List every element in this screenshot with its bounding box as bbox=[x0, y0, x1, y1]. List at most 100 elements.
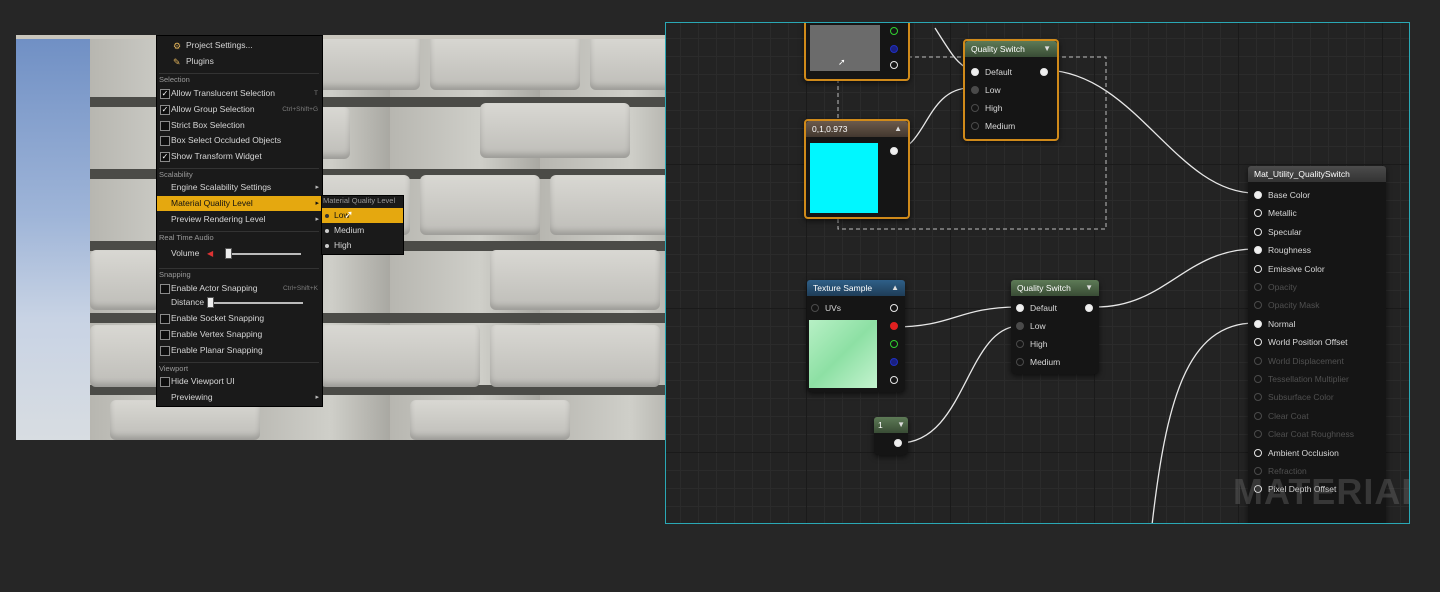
collapse-caret-icon[interactable]: ▲ bbox=[894, 121, 902, 137]
distance-slider-handle[interactable] bbox=[207, 297, 214, 308]
checkbox-checked-icon[interactable]: ✓ bbox=[160, 89, 170, 99]
output-pin[interactable] bbox=[894, 439, 902, 447]
quality-switch-node-top[interactable]: Quality Switch ▼ Default Low High Medium bbox=[963, 39, 1059, 141]
checkbox-icon[interactable] bbox=[160, 284, 170, 294]
material-graph-canvas[interactable]: 0,1,0.973 ▲ Quality Switch ▼ Default Low… bbox=[665, 22, 1410, 524]
output-pin-b[interactable] bbox=[890, 45, 898, 53]
distance-slider[interactable] bbox=[209, 302, 303, 304]
menu-item-plugins[interactable]: ✎ Plugins bbox=[157, 54, 322, 69]
pin-label: Base Color bbox=[1268, 190, 1311, 200]
menu-item-label: Engine Scalability Settings bbox=[171, 182, 272, 192]
input-pin-medium[interactable] bbox=[971, 122, 979, 130]
texture-sample-node[interactable]: Texture Sample ▲ UVs bbox=[807, 280, 905, 392]
menu-item-label: Plugins bbox=[186, 56, 214, 66]
input-pin[interactable] bbox=[1254, 411, 1262, 420]
checkbox-icon[interactable] bbox=[160, 136, 170, 146]
plug-icon: ✎ bbox=[173, 57, 181, 67]
input-pin[interactable] bbox=[1254, 448, 1262, 457]
collapse-caret-icon[interactable]: ▼ bbox=[1043, 41, 1051, 57]
volume-slider[interactable] bbox=[225, 253, 301, 255]
shortcut-label: Ctrl+Shift+G bbox=[282, 106, 318, 113]
collapse-caret-icon[interactable]: ▼ bbox=[1085, 280, 1093, 296]
texture-node-partial[interactable] bbox=[804, 23, 910, 81]
constant-vector-node[interactable]: 0,1,0.973 ▲ bbox=[804, 119, 910, 219]
output-pin-r[interactable] bbox=[890, 322, 898, 330]
pin-label: Specular bbox=[1268, 226, 1302, 237]
menu-item-box-select-occluded[interactable]: Box Select Occluded Objects bbox=[157, 133, 322, 148]
menu-item-allow-translucent-selection[interactable]: ✓ Allow Translucent Selection T bbox=[157, 86, 322, 101]
collapse-caret-icon[interactable]: ▲ bbox=[891, 280, 899, 296]
input-pin-default[interactable] bbox=[971, 68, 979, 76]
menu-item-show-transform-widget[interactable]: ✓ Show Transform Widget bbox=[157, 149, 322, 164]
input-pin-low[interactable] bbox=[1016, 322, 1024, 330]
checkbox-checked-icon[interactable]: ✓ bbox=[160, 105, 170, 115]
pin-label: Emissive Color bbox=[1268, 263, 1325, 274]
input-pin[interactable] bbox=[1254, 319, 1262, 328]
menu-item-enable-planar-snapping[interactable]: Enable Planar Snapping bbox=[157, 343, 322, 358]
radio-icon bbox=[325, 244, 329, 248]
quality-option-medium[interactable]: Medium bbox=[322, 223, 403, 238]
input-pin[interactable] bbox=[1254, 356, 1262, 365]
speaker-icon[interactable]: ◀ bbox=[207, 246, 213, 261]
menu-item-enable-actor-snapping[interactable]: Enable Actor Snapping Ctrl+Shift+K bbox=[157, 281, 322, 296]
checkbox-icon[interactable] bbox=[160, 121, 170, 131]
menu-item-enable-socket-snapping[interactable]: Enable Socket Snapping bbox=[157, 311, 322, 326]
quality-switch-node-bottom[interactable]: Quality Switch ▼ Default Low High Medium bbox=[1011, 280, 1099, 374]
input-pin-high[interactable] bbox=[971, 104, 979, 112]
input-pin[interactable] bbox=[1254, 301, 1262, 310]
scalar-constant-node[interactable]: 1 ▼ bbox=[874, 417, 908, 455]
output-pin-b[interactable] bbox=[890, 358, 898, 366]
node-title: Quality Switch bbox=[971, 44, 1025, 54]
collapse-caret-icon[interactable]: ▼ bbox=[897, 417, 905, 433]
input-pin-high[interactable] bbox=[1016, 340, 1024, 348]
output-pin-a[interactable] bbox=[890, 61, 898, 69]
menu-item-material-quality-level[interactable]: Material Quality Level ▸ bbox=[157, 196, 322, 211]
menu-item-strict-box-selection[interactable]: Strict Box Selection bbox=[157, 118, 322, 133]
checkbox-checked-icon[interactable]: ✓ bbox=[160, 152, 170, 162]
input-pin-uvs[interactable] bbox=[811, 304, 819, 312]
input-pin[interactable] bbox=[1254, 246, 1262, 255]
menu-item-label: Preview Rendering Level bbox=[171, 214, 266, 224]
pin-label: Low bbox=[1030, 321, 1046, 331]
output-pin-g[interactable] bbox=[890, 27, 898, 35]
menu-item-allow-group-selection[interactable]: ✓ Allow Group Selection Ctrl+Shift+G bbox=[157, 102, 322, 117]
input-pin-medium[interactable] bbox=[1016, 358, 1024, 366]
input-pin[interactable] bbox=[1254, 430, 1262, 439]
input-pin[interactable] bbox=[1254, 209, 1262, 218]
input-pin[interactable] bbox=[1254, 283, 1262, 291]
input-pin[interactable] bbox=[1254, 375, 1262, 383]
quality-option-high[interactable]: High bbox=[322, 238, 403, 253]
menu-item-previewing[interactable]: Previewing ▸ bbox=[157, 390, 322, 405]
output-pin-rgb[interactable] bbox=[890, 304, 898, 312]
menu-item-enable-vertex-snapping[interactable]: Enable Vertex Snapping bbox=[157, 327, 322, 342]
output-pin-a[interactable] bbox=[890, 376, 898, 384]
node-header: Mat_Utility_QualitySwitch bbox=[1248, 166, 1386, 182]
volume-slider-handle[interactable] bbox=[225, 248, 232, 259]
quality-option-low[interactable]: Low bbox=[322, 208, 403, 223]
output-pin[interactable] bbox=[1040, 68, 1048, 76]
pin-label: High bbox=[985, 103, 1003, 113]
input-pin[interactable] bbox=[1254, 338, 1262, 347]
menu-item-project-settings[interactable]: ⚙ Project Settings... bbox=[157, 38, 322, 53]
input-pin[interactable] bbox=[1254, 393, 1262, 402]
input-pin[interactable] bbox=[1254, 264, 1262, 273]
output-pin-g[interactable] bbox=[890, 340, 898, 348]
output-pin[interactable] bbox=[1085, 304, 1093, 312]
checkbox-icon[interactable] bbox=[160, 330, 170, 340]
checkbox-icon[interactable] bbox=[160, 346, 170, 356]
pin-label: Normal bbox=[1268, 318, 1296, 329]
input-pin[interactable] bbox=[1254, 227, 1262, 236]
volume-label: Volume bbox=[171, 248, 200, 258]
input-pin-low[interactable] bbox=[971, 86, 979, 94]
menu-item-label: Allow Group Selection bbox=[171, 104, 255, 114]
menu-item-hide-viewport-ui[interactable]: Hide Viewport UI bbox=[157, 374, 322, 389]
input-pin-default[interactable] bbox=[1016, 304, 1024, 312]
checkbox-icon[interactable] bbox=[160, 314, 170, 324]
menu-item-preview-rendering-level[interactable]: Preview Rendering Level ▸ bbox=[157, 212, 322, 227]
chevron-right-icon: ▸ bbox=[315, 216, 319, 223]
output-pin[interactable] bbox=[890, 147, 898, 155]
input-pin[interactable] bbox=[1254, 191, 1262, 199]
checkbox-icon[interactable] bbox=[160, 377, 170, 387]
section-header-snapping: Snapping bbox=[159, 268, 319, 281]
menu-item-engine-scalability[interactable]: Engine Scalability Settings ▸ bbox=[157, 180, 322, 195]
